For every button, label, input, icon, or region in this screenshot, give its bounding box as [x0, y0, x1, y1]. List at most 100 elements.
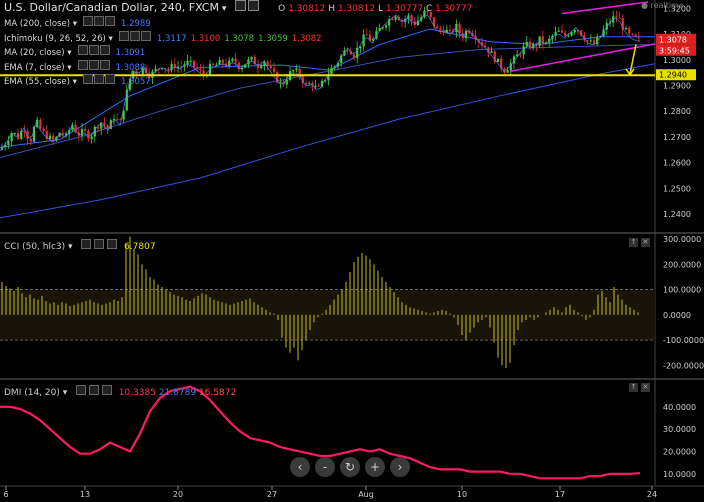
indicator-buttons[interactable]	[82, 16, 115, 29]
candle-body	[439, 28, 442, 31]
scroll-right-button[interactable]: ›	[390, 457, 410, 477]
candle-body	[631, 33, 634, 35]
symbol-dropdown-icon[interactable]: ▾	[222, 4, 227, 14]
candle-body	[410, 15, 413, 22]
dmi-tick-label: 20.0000	[663, 447, 696, 456]
candle-body	[564, 32, 567, 36]
indicator-buttons[interactable]	[118, 30, 151, 44]
time-tick-label: 13	[80, 490, 90, 499]
candle-body	[116, 119, 119, 121]
candle-body	[560, 30, 564, 33]
dmi-tick-label: 10.0000	[663, 470, 696, 479]
indicator-legend: MA (200, close) ▾ 1.2989 Ichimoku (9, 26, …	[4, 16, 326, 89]
cci-tick-label: 300.0000	[663, 235, 701, 244]
cci-pane-controls[interactable]: ↑ ✕	[629, 237, 650, 247]
indicator-row[interactable]: MA (200, close) ▾ 1.2989	[4, 16, 326, 31]
cci-tick-label: 200.0000	[663, 260, 701, 269]
dmi-tick-label: 40.0000	[663, 403, 696, 412]
indicator-buttons[interactable]	[77, 45, 110, 58]
candle-body	[628, 27, 631, 34]
indicator-buttons[interactable]	[77, 59, 110, 73]
dmi-legend: DMI (14, 20) ▾ 10.3385 21.8789 16.5872	[4, 385, 236, 398]
indicator-name: EMA (7, close) ▾	[4, 62, 72, 73]
indicator-value: 1.3059	[258, 33, 288, 44]
time-tick-label: Aug	[358, 490, 374, 499]
candle-body	[624, 27, 628, 30]
open-value: 1.30812	[288, 4, 326, 14]
indicator-name: MA (20, close) ▾	[4, 48, 72, 58]
candle-body	[7, 141, 10, 146]
price-tick-label: 1.2700	[663, 133, 691, 142]
dmi-dropdown-icon[interactable]: ▾	[63, 388, 68, 398]
indicator-row[interactable]: EMA (55, close) ▾ 1.3057	[4, 74, 326, 89]
pane-up-icon[interactable]: ↑	[629, 238, 638, 247]
candle-body	[346, 50, 349, 52]
channel-upper-line	[561, 1, 649, 15]
reset-zoom-button[interactable]: ↻	[340, 457, 360, 477]
time-tick-label: 27	[267, 490, 277, 499]
indicator-buttons[interactable]	[82, 74, 115, 87]
cci-value: 6.7807	[124, 242, 156, 252]
pane-up-icon[interactable]: ↑	[629, 383, 638, 392]
candle-body	[394, 16, 397, 20]
indicator-value: 1.3100	[190, 33, 221, 44]
dmi-value-2: 21.8789	[158, 388, 197, 398]
low-value: 1.30777	[385, 4, 424, 14]
price-badge-label: 1.2940	[659, 71, 687, 80]
legend-buttons[interactable]	[235, 0, 260, 14]
candle-body	[384, 25, 388, 28]
candle-body	[103, 122, 106, 125]
candle-body	[87, 130, 90, 140]
scroll-left-button[interactable]: ‹	[290, 457, 310, 477]
price-tick-label: 1.2800	[663, 107, 691, 116]
dmi-tick-label: 30.0000	[663, 425, 696, 434]
chart-title: U.S. Dollar/Canadian Dollar, 240, FXCM	[4, 1, 219, 14]
dmi-value-3: 16.5872	[198, 388, 237, 398]
price-legend: U.S. Dollar/Canadian Dollar, 240, FXCM ▾…	[4, 0, 472, 14]
candle-body	[436, 26, 439, 29]
time-tick-label: 24	[647, 490, 657, 499]
candle-body	[525, 41, 528, 47]
indicator-value: 1.3117	[156, 33, 187, 44]
candle-body	[29, 138, 32, 142]
zoom-out-button[interactable]: -	[315, 457, 335, 477]
candle-body	[112, 119, 116, 121]
indicator-name: EMA (55, close) ▾	[4, 77, 77, 87]
pane-close-icon[interactable]: ✕	[640, 238, 650, 247]
price-tick-label: 1.2900	[663, 82, 691, 91]
price-tick-label: 1.2400	[663, 210, 691, 219]
time-tick-label: 10	[457, 490, 467, 499]
watermark-text: realtime	[650, 1, 684, 10]
close-label: C	[425, 4, 433, 14]
candle-body	[80, 129, 84, 136]
candle-body	[48, 135, 52, 140]
indicator-row[interactable]: MA (20, close) ▾ 1.3091	[4, 45, 326, 60]
cci-dropdown-icon[interactable]: ▾	[68, 242, 73, 252]
candle-body	[557, 30, 560, 32]
candle-body	[618, 17, 621, 19]
candle-body	[352, 54, 356, 58]
high-label: H	[328, 4, 335, 14]
candle-body	[391, 19, 394, 21]
dmi-legend-buttons[interactable]	[76, 385, 112, 398]
cci-tick-label: 0.0000	[663, 311, 691, 320]
time-tick-label: 17	[555, 490, 565, 499]
candle-body	[84, 129, 87, 131]
indicator-row[interactable]: Ichimoku (9, 26, 52, 26) ▾ 1.3117 1.3100 1.…	[4, 30, 326, 46]
indicator-row[interactable]: EMA (7, close) ▾ 1.3088	[4, 59, 326, 75]
price-tick-label: 1.2600	[663, 159, 691, 168]
indicator-value: 1.3091	[115, 48, 146, 58]
low-label: L	[377, 4, 383, 14]
candle-body	[52, 135, 55, 141]
pane-close-icon[interactable]: ✕	[640, 383, 650, 392]
candle-body	[13, 132, 16, 134]
zoom-in-button[interactable]: +	[365, 457, 385, 477]
dmi-pane-controls[interactable]: ↑ ✕	[629, 382, 650, 392]
candle-body	[42, 128, 45, 132]
candle-body	[496, 58, 500, 62]
candle-body	[567, 35, 570, 37]
candle-body	[589, 40, 592, 42]
cci-legend-buttons[interactable]	[81, 239, 118, 252]
cci-tick-label: -200.0000	[663, 361, 704, 370]
indicator-value: 1.2989	[120, 19, 151, 29]
